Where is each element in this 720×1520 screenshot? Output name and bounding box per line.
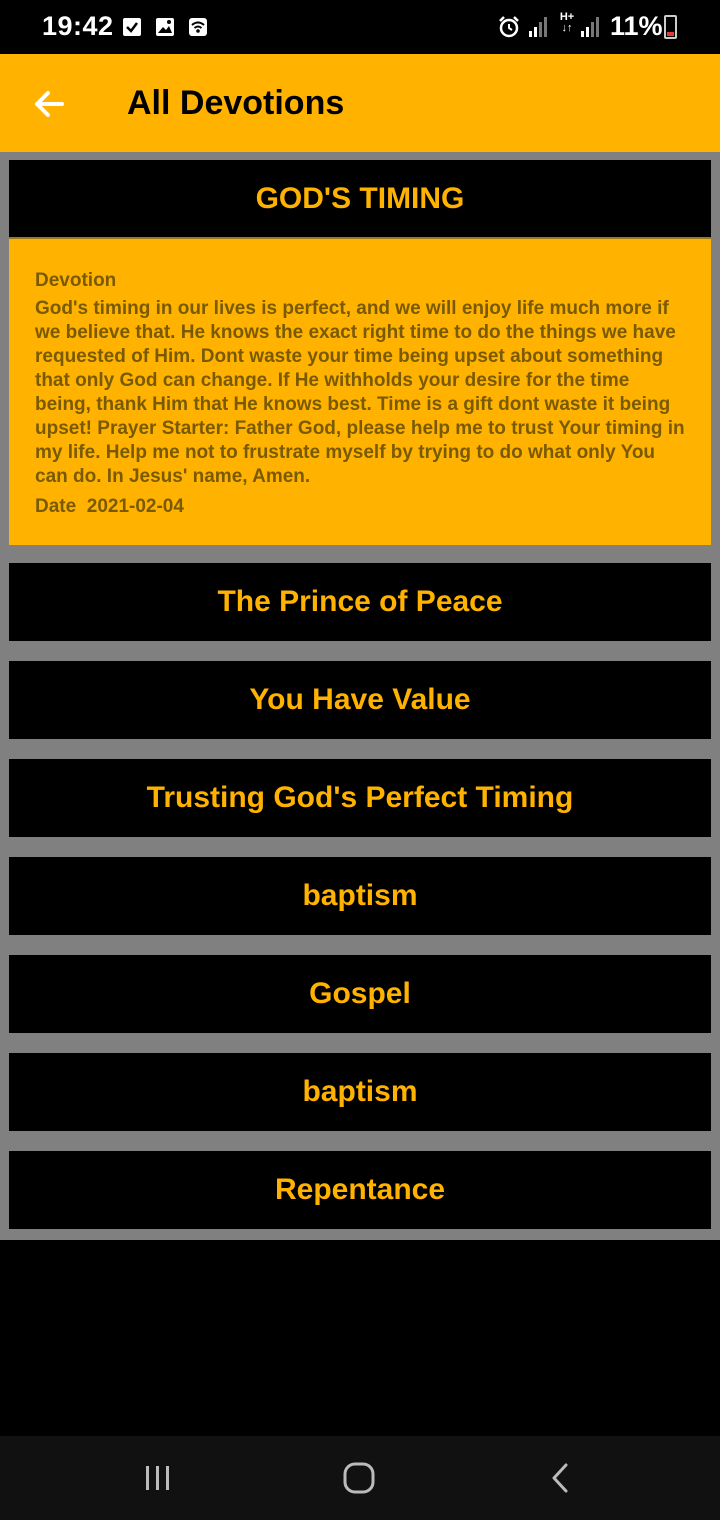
recent-apps-icon[interactable] (138, 1458, 178, 1498)
wifi-icon (189, 18, 207, 36)
date-label: Date (35, 496, 77, 517)
back-icon[interactable] (541, 1458, 581, 1498)
expanded-devotion[interactable]: GOD'S TIMING Devotion God's timing in ou… (9, 160, 711, 545)
app-bar: All Devotions (0, 54, 720, 152)
back-arrow-icon[interactable] (28, 82, 72, 126)
list-item-title: Gospel (309, 977, 411, 1010)
image-icon (156, 18, 174, 36)
list-item[interactable]: Repentance (9, 1151, 711, 1229)
devotion-label: Devotion (35, 270, 117, 291)
status-bar: 19:42 H+ ↓↑ 11% (0, 0, 720, 54)
hplus-icon: H+ ↓↑ (559, 11, 575, 34)
list-item-title: baptism (302, 879, 418, 912)
list-item-title: Trusting God's Perfect Timing (146, 781, 574, 814)
list-item[interactable]: You Have Value (9, 661, 711, 739)
list-item[interactable]: baptism (9, 1053, 711, 1131)
battery-icon (664, 15, 677, 39)
list-item[interactable]: baptism (9, 857, 711, 935)
list-item[interactable]: Trusting God's Perfect Timing (9, 759, 711, 837)
battery-percentage: 11% (610, 11, 663, 41)
devotion-list: GOD'S TIMING Devotion God's timing in ou… (0, 152, 720, 1240)
devotion-date: Date 2021-02-04 (35, 495, 685, 519)
status-time: 19:42 (42, 11, 114, 41)
devotion-header[interactable]: GOD'S TIMING (9, 160, 711, 239)
list-item-title: The Prince of Peace (217, 585, 503, 618)
signal-icon (581, 17, 599, 37)
list-item-title: Repentance (274, 1173, 446, 1206)
alarm-icon (499, 16, 519, 38)
signal-icon (529, 17, 547, 37)
date-value: 2021-02-04 (86, 496, 184, 517)
list-item-title: baptism (302, 1075, 418, 1108)
home-icon[interactable] (339, 1458, 379, 1498)
devotion-body: Devotion God's timing in our lives is pe… (9, 239, 711, 519)
list-item[interactable]: Gospel (9, 955, 711, 1033)
list-item[interactable]: The Prince of Peace (9, 563, 711, 641)
devotion-text: God's timing in our lives is perfect, an… (35, 298, 685, 487)
devotion-title: GOD'S TIMING (255, 181, 465, 215)
page-title: All Devotions (127, 84, 345, 122)
list-item-title: You Have Value (249, 683, 471, 716)
checkbox-icon (123, 18, 141, 36)
system-nav-bar (0, 1436, 720, 1520)
